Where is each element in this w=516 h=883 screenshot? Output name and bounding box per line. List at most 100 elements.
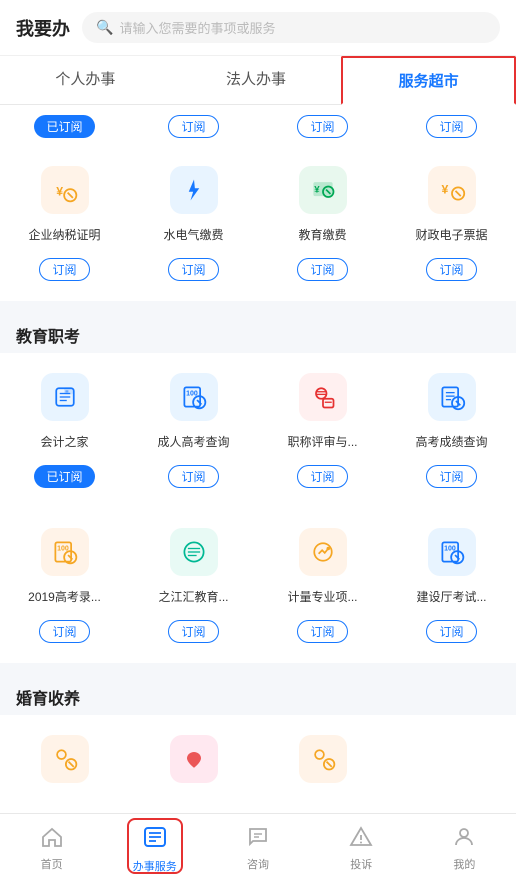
list-item: 已订阅 xyxy=(0,111,129,142)
adult-exam-icon: 100 xyxy=(180,383,208,411)
nav-label-mine: 我的 xyxy=(453,856,475,872)
service-icon-ticket: ¥ xyxy=(428,166,476,214)
subscribe-button[interactable]: 订阅 xyxy=(297,115,347,138)
home-svg xyxy=(40,825,64,849)
nav-item-consult[interactable]: 咨询 xyxy=(206,814,309,883)
subscribe-button[interactable]: 订阅 xyxy=(168,620,218,643)
marriage-service-grid xyxy=(0,715,516,820)
svg-text:¥: ¥ xyxy=(56,184,63,198)
measure-icon xyxy=(309,538,337,566)
service-name: 之江汇教育... xyxy=(158,582,228,614)
nav-label-home: 首页 xyxy=(41,856,63,872)
work-svg xyxy=(141,823,169,851)
section-label-marriage: 婚育收养 xyxy=(0,671,516,715)
subscribe-button[interactable]: 订阅 xyxy=(297,620,347,643)
list-item: 订阅 xyxy=(129,111,258,142)
service-name: 职称评审与... xyxy=(287,427,357,459)
service-icon-utility xyxy=(170,166,218,214)
service-icon-tax: ¥ xyxy=(41,166,89,214)
search-icon: 🔍 xyxy=(96,19,113,36)
page-title: 我要办 xyxy=(16,15,70,41)
service-name: 企业纳税证明 xyxy=(28,220,100,252)
service-icon-gaokao2019: 100 xyxy=(41,528,89,576)
utility-icon xyxy=(180,176,208,204)
service-name: 教育缴费 xyxy=(298,220,346,252)
top-subscribed-row: 已订阅 订阅 订阅 订阅 xyxy=(0,105,516,146)
alert-svg xyxy=(349,825,373,849)
subscribe-button[interactable]: 订阅 xyxy=(39,620,89,643)
subscribe-button[interactable]: 订阅 xyxy=(168,115,218,138)
service-icon-title-review xyxy=(299,373,347,421)
subscribed-button[interactable]: 已订阅 xyxy=(34,115,94,138)
service-name: 水电气缴费 xyxy=(163,220,223,252)
list-item: ¥ 财政电子票据 订阅 xyxy=(387,156,516,291)
section-label-education: 教育职考 xyxy=(0,309,516,353)
list-item: ≡ 会计之家 已订阅 xyxy=(0,363,129,498)
service-name: 会计之家 xyxy=(40,427,88,459)
subscribe-button[interactable]: 订阅 xyxy=(426,620,476,643)
gaokao2019-icon: 100 xyxy=(51,538,79,566)
nav-label-complain: 投诉 xyxy=(350,856,372,872)
education-service-grid-row2: 100 2019高考录... 订阅 之江汇教育... 订阅 xyxy=(0,508,516,663)
service-icon-zhijiang xyxy=(170,528,218,576)
search-bar[interactable]: 🔍 请输入您需要的事项或服务 xyxy=(82,12,500,43)
list-item xyxy=(129,725,258,820)
list-item: 计量专业项... 订阅 xyxy=(258,518,387,653)
nav-item-work[interactable]: 办事服务 xyxy=(103,814,206,883)
nav-label-work: 办事服务 xyxy=(133,858,177,874)
ticket-icon: ¥ xyxy=(438,176,466,204)
tab-legal[interactable]: 法人办事 xyxy=(171,56,342,104)
service-icon-accounting: ≡ xyxy=(41,373,89,421)
list-item: 高考成绩查询 订阅 xyxy=(387,363,516,498)
tab-market[interactable]: 服务超市 xyxy=(341,56,516,105)
tab-bar: 个人办事 法人办事 服务超市 xyxy=(0,56,516,105)
list-item xyxy=(0,725,129,820)
chat-svg xyxy=(246,825,270,849)
list-item: ¥ 教育缴费 订阅 xyxy=(258,156,387,291)
list-item: 订阅 xyxy=(387,111,516,142)
bottom-nav: 首页 办事服务 咨询 xyxy=(0,813,516,883)
education-service-grid-row1: ≡ 会计之家 已订阅 100 成人高考查询 订阅 xyxy=(0,353,516,508)
list-item: 100 建设厅考试... 订阅 xyxy=(387,518,516,653)
work-icon xyxy=(141,823,169,855)
subscribe-button[interactable]: 订阅 xyxy=(297,465,347,488)
service-name: 计量专业项... xyxy=(287,582,357,614)
search-placeholder-text: 请输入您需要的事项或服务 xyxy=(119,18,275,37)
svg-text:¥: ¥ xyxy=(314,185,320,196)
service-name: 建设厅考试... xyxy=(416,582,486,614)
tab-personal[interactable]: 个人办事 xyxy=(0,56,171,104)
subscribed-button[interactable]: 已订阅 xyxy=(34,465,94,488)
service-icon-construction: 100 xyxy=(428,528,476,576)
svg-text:≡: ≡ xyxy=(65,389,69,396)
list-item: 100 2019高考录... 订阅 xyxy=(0,518,129,653)
list-item xyxy=(258,725,387,820)
list-item xyxy=(387,725,516,820)
nav-item-complain[interactable]: 投诉 xyxy=(310,814,413,883)
subscribe-button[interactable]: 订阅 xyxy=(426,465,476,488)
content-area: 已订阅 订阅 订阅 订阅 ¥ 企业纳税证明 订阅 xyxy=(0,105,516,820)
service-name: 财政电子票据 xyxy=(415,220,487,252)
section-divider xyxy=(0,663,516,671)
subscribe-button[interactable]: 订阅 xyxy=(426,115,476,138)
nav-item-home[interactable]: 首页 xyxy=(0,814,103,883)
list-item: 之江汇教育... 订阅 xyxy=(129,518,258,653)
service-icon-edu-pay: ¥ xyxy=(299,166,347,214)
section-divider xyxy=(0,301,516,309)
list-item: 职称评审与... 订阅 xyxy=(258,363,387,498)
zhijiang-icon xyxy=(180,538,208,566)
subscribe-button[interactable]: 订阅 xyxy=(168,258,218,281)
user-icon xyxy=(452,825,476,853)
nav-item-mine[interactable]: 我的 xyxy=(413,814,516,883)
service-icon-marriage1 xyxy=(41,735,89,783)
home-icon xyxy=(40,825,64,853)
list-item: 水电气缴费 订阅 xyxy=(129,156,258,291)
service-icon-marriage3 xyxy=(299,735,347,783)
subscribe-button[interactable]: 订阅 xyxy=(426,258,476,281)
nav-label-consult: 咨询 xyxy=(247,856,269,872)
subscribe-button[interactable]: 订阅 xyxy=(39,258,89,281)
tax-icon: ¥ xyxy=(51,176,79,204)
service-name: 高考成绩查询 xyxy=(415,427,487,459)
subscribe-button[interactable]: 订阅 xyxy=(297,258,347,281)
subscribe-button[interactable]: 订阅 xyxy=(168,465,218,488)
edu-pay-icon: ¥ xyxy=(309,176,337,204)
